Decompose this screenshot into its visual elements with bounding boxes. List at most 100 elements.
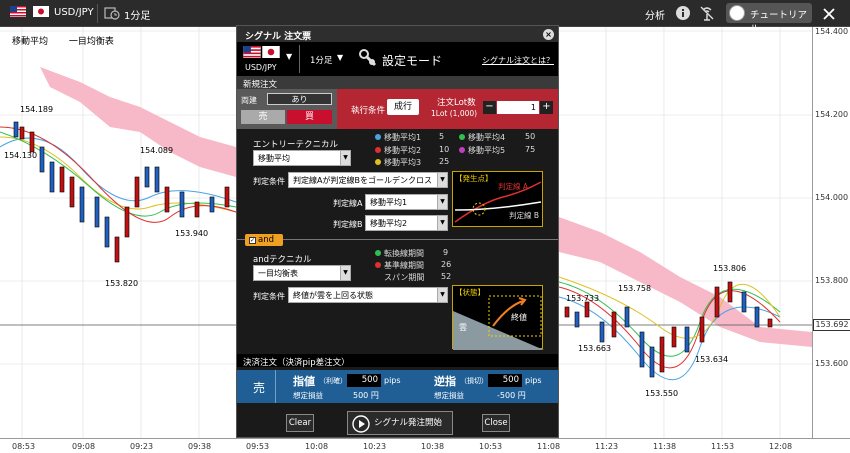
info-icon[interactable] bbox=[675, 5, 691, 21]
side-panel: 両建 あり 売 買 bbox=[237, 89, 337, 129]
lot-plus-button[interactable]: + bbox=[540, 101, 553, 114]
judge2-condition-select[interactable]: 終値が雲を上回る状態 ▼ bbox=[288, 287, 448, 303]
time-axis: 08:53 09:08 09:23 09:38 09:53 10:08 10:2… bbox=[0, 438, 850, 453]
symbol-label[interactable]: USD/JPY bbox=[54, 7, 94, 18]
us-flag-icon bbox=[243, 46, 261, 58]
price-tick: 154.000 bbox=[815, 193, 849, 202]
top-bar: USD/JPY 1分足 分析 チュートリアル bbox=[0, 0, 850, 35]
price-tick: 153.600 bbox=[815, 359, 849, 368]
buy-button[interactable]: 買 bbox=[287, 110, 332, 124]
lot-input[interactable]: 1 bbox=[497, 101, 539, 114]
time-tick: 10:38 bbox=[421, 442, 445, 451]
time-tick: 10:08 bbox=[305, 442, 329, 451]
chevron-down-icon: ▼ bbox=[340, 266, 350, 280]
ichimoku-item: スパン期間 52 bbox=[384, 272, 452, 282]
price-annotation: 154.089 bbox=[140, 146, 174, 155]
lot-label: 注文Lot数 bbox=[437, 98, 476, 108]
stop-label: 逆指 bbox=[434, 375, 456, 388]
price-tick: 153.800 bbox=[815, 276, 849, 285]
new-order-header: 新規注文 bbox=[237, 76, 558, 90]
ma-item: 移動平均1 5 bbox=[375, 132, 444, 143]
lineB-select[interactable]: 移動平均2 ▼ bbox=[365, 215, 448, 231]
symbol-dropdown-arrow-icon[interactable]: ▼ bbox=[286, 52, 292, 61]
timeframe-dropdown-arrow-icon[interactable]: ▼ bbox=[337, 53, 343, 62]
judge-condition-select[interactable]: 判定線Aが判定線Bをゴールデンクロス ▼ bbox=[288, 172, 448, 188]
analysis-button[interactable]: 分析 bbox=[645, 7, 665, 22]
chart-legend: 移動平均 一目均衡表 bbox=[12, 34, 132, 47]
order-condition-panel: 執行条件 成行 注文Lot数 1Lot (1,000) − 1 + bbox=[337, 89, 558, 129]
close-button[interactable]: Close bbox=[482, 414, 510, 432]
sell-button[interactable]: 売 bbox=[241, 110, 285, 124]
dialog-symbol: USD/JPY bbox=[245, 63, 277, 72]
wrench-gear-icon bbox=[359, 49, 377, 67]
price-tick: 154.200 bbox=[815, 110, 849, 119]
entry-technical-select[interactable]: 移動平均 ▼ bbox=[253, 150, 351, 166]
chevron-down-icon: ▼ bbox=[437, 216, 447, 230]
price-tick: 154.400 bbox=[815, 27, 849, 36]
ma-item: 移動平均4 50 bbox=[459, 132, 535, 143]
lot-minus-button[interactable]: − bbox=[483, 101, 496, 114]
lot-unit-label: 1Lot (1,000) bbox=[431, 109, 478, 118]
exec-type-button[interactable]: 成行 bbox=[387, 99, 419, 115]
time-tick: 11:23 bbox=[595, 442, 619, 451]
entry-technical-label: エントリーテクニカル bbox=[253, 140, 339, 150]
price-annotation: 153.820 bbox=[105, 279, 139, 288]
start-signal-button[interactable]: シグナル発注開始 bbox=[347, 411, 453, 435]
chevron-down-icon: ▼ bbox=[437, 195, 447, 209]
both-label: 両建 bbox=[241, 96, 257, 105]
clear-button[interactable]: Clear bbox=[286, 414, 314, 432]
settle-panel: 売 指値 （利確） 500 pips 想定損益 500 円 逆指 （損切） 50… bbox=[237, 370, 558, 403]
chevron-down-icon: ▼ bbox=[340, 151, 350, 165]
price-annotation: 153.758 bbox=[618, 284, 652, 293]
price-annotation: 154.130 bbox=[4, 151, 38, 160]
exec-condition-label: 執行条件 bbox=[351, 106, 386, 116]
and-toggle[interactable]: ✓ and bbox=[245, 234, 283, 246]
and-technical-select[interactable]: 一目均衡表 ▼ bbox=[253, 265, 351, 281]
lineA-select[interactable]: 移動平均1 ▼ bbox=[365, 194, 448, 210]
dialog-title: シグナル 注文票 bbox=[237, 26, 558, 42]
play-icon bbox=[352, 415, 370, 433]
dialog-close-icon[interactable]: × bbox=[543, 29, 554, 40]
price-annotation: 153.733 bbox=[566, 294, 600, 303]
settings-mode-label[interactable]: 設定モード bbox=[382, 52, 442, 69]
legend-ichimoku[interactable]: 一目均衡表 bbox=[69, 37, 114, 47]
ma-item: 移動平均2 10 bbox=[375, 145, 449, 156]
signal-order-dialog: シグナル 注文票 × USD/JPY ▼ 1分足 ▼ 設定モード シグナル注文と… bbox=[236, 25, 559, 438]
stop-pips-input[interactable]: 500 bbox=[488, 374, 522, 387]
limit-pips-input[interactable]: 500 bbox=[347, 374, 381, 387]
time-tick: 09:38 bbox=[188, 442, 212, 451]
timeframe-label[interactable]: 1分足 bbox=[124, 7, 150, 22]
lineB-label: 判定線B bbox=[333, 220, 363, 229]
dialog-timeframe[interactable]: 1分足 bbox=[310, 54, 332, 66]
ichimoku-cloud bbox=[40, 67, 236, 177]
price-axis: 154.400 154.200 154.000 153.800 153.692 … bbox=[812, 27, 850, 438]
jp-flag-icon bbox=[33, 6, 49, 17]
current-price-label: 153.692 bbox=[813, 319, 850, 331]
ichimoku-item: 基準線期間 26 bbox=[375, 260, 451, 271]
both-toggle[interactable]: あり bbox=[267, 93, 332, 105]
tutorial-button[interactable]: チュートリアル bbox=[726, 3, 812, 35]
ichimoku-item: 転換線期間 9 bbox=[375, 248, 448, 259]
divider bbox=[97, 4, 98, 23]
price-annotation: 153.940 bbox=[175, 229, 209, 238]
and-technical-label: andテクニカル bbox=[253, 255, 312, 265]
state-illustration: 【状態】 雲 終値 bbox=[452, 285, 544, 350]
settle-side: 売 bbox=[253, 381, 266, 395]
lineA-label: 判定線A bbox=[333, 199, 363, 208]
time-tick: 11:53 bbox=[711, 442, 735, 451]
limit-label: 指値 bbox=[293, 375, 315, 388]
price-annotation: 154.189 bbox=[20, 105, 54, 114]
help-link[interactable]: シグナル注文とは？ bbox=[482, 55, 554, 66]
judge-label: 判定条件 bbox=[253, 177, 285, 186]
signal-mute-icon[interactable] bbox=[699, 5, 715, 21]
dialog-header: USD/JPY ▼ 1分足 ▼ 設定モード シグナル注文とは？ bbox=[237, 42, 558, 76]
tutorial-avatar-icon bbox=[729, 5, 745, 21]
chevron-down-icon: ▼ bbox=[437, 173, 447, 187]
time-tick: 09:53 bbox=[246, 442, 270, 451]
time-tick: 11:38 bbox=[653, 442, 677, 451]
jp-flag-icon bbox=[262, 46, 280, 58]
close-icon[interactable] bbox=[821, 6, 837, 22]
price-annotation: 153.634 bbox=[695, 355, 729, 364]
chevron-down-icon: ▼ bbox=[437, 288, 447, 302]
legend-ma[interactable]: 移動平均 bbox=[12, 37, 48, 47]
